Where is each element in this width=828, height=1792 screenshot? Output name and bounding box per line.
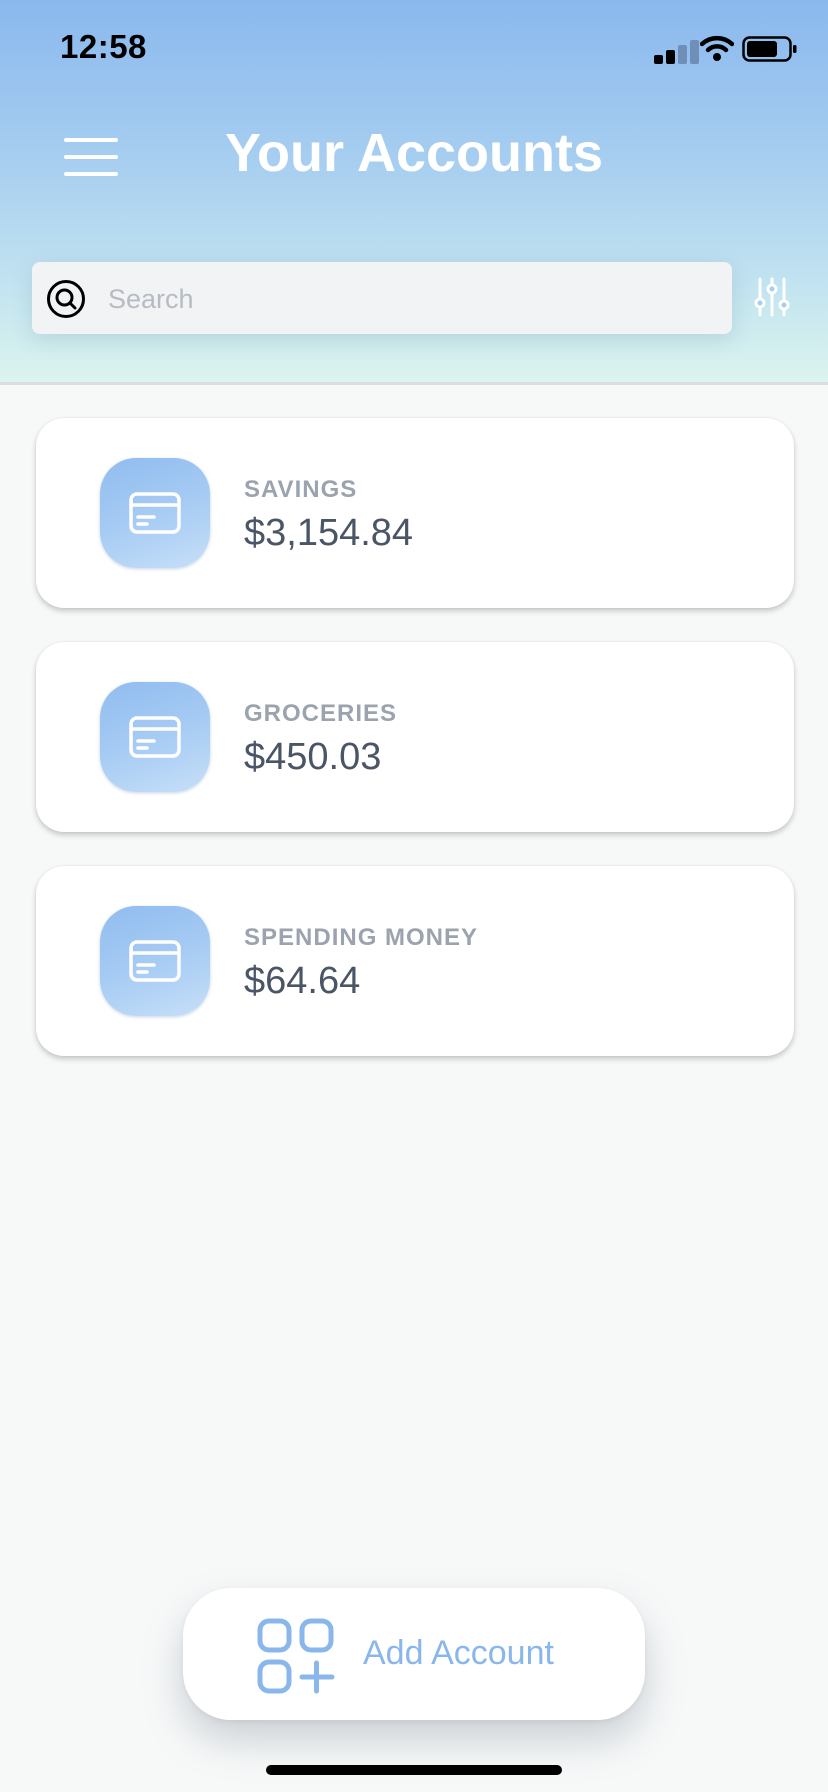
account-icon-badge xyxy=(100,682,210,792)
account-name: SAVINGS xyxy=(244,476,358,503)
credit-card-icon xyxy=(129,492,181,534)
add-account-button[interactable]: Add Account xyxy=(183,1588,645,1720)
search-icon xyxy=(47,280,85,318)
account-icon-badge xyxy=(100,458,210,568)
account-balance: $64.64 xyxy=(244,960,361,1002)
battery-icon xyxy=(742,36,797,62)
credit-card-icon xyxy=(129,940,181,982)
credit-card-icon xyxy=(129,716,181,758)
home-indicator[interactable] xyxy=(266,1765,562,1775)
grid-plus-icon xyxy=(257,1618,335,1694)
search-bar[interactable] xyxy=(32,262,732,336)
status-time: 12:58 xyxy=(60,28,147,65)
account-card-savings[interactable]: SAVINGS $3,154.84 xyxy=(36,418,794,608)
account-name: GROCERIES xyxy=(244,700,398,727)
account-balance: $3,154.84 xyxy=(244,512,414,554)
account-card-groceries[interactable]: GROCERIES $450.03 xyxy=(36,642,794,832)
search-input[interactable] xyxy=(106,262,710,336)
account-name: SPENDING MONEY xyxy=(244,924,479,951)
account-card-spending-money[interactable]: SPENDING MONEY $64.64 xyxy=(36,866,794,1056)
header: 12:58 Your Accounts xyxy=(0,0,828,385)
sliders-filter-icon[interactable] xyxy=(754,277,790,317)
account-icon-badge xyxy=(100,906,210,1016)
page-title: Your Accounts xyxy=(224,123,604,183)
account-balance: $450.03 xyxy=(244,736,382,778)
wifi-icon xyxy=(700,35,734,61)
add-account-label: Add Account xyxy=(363,1634,554,1672)
